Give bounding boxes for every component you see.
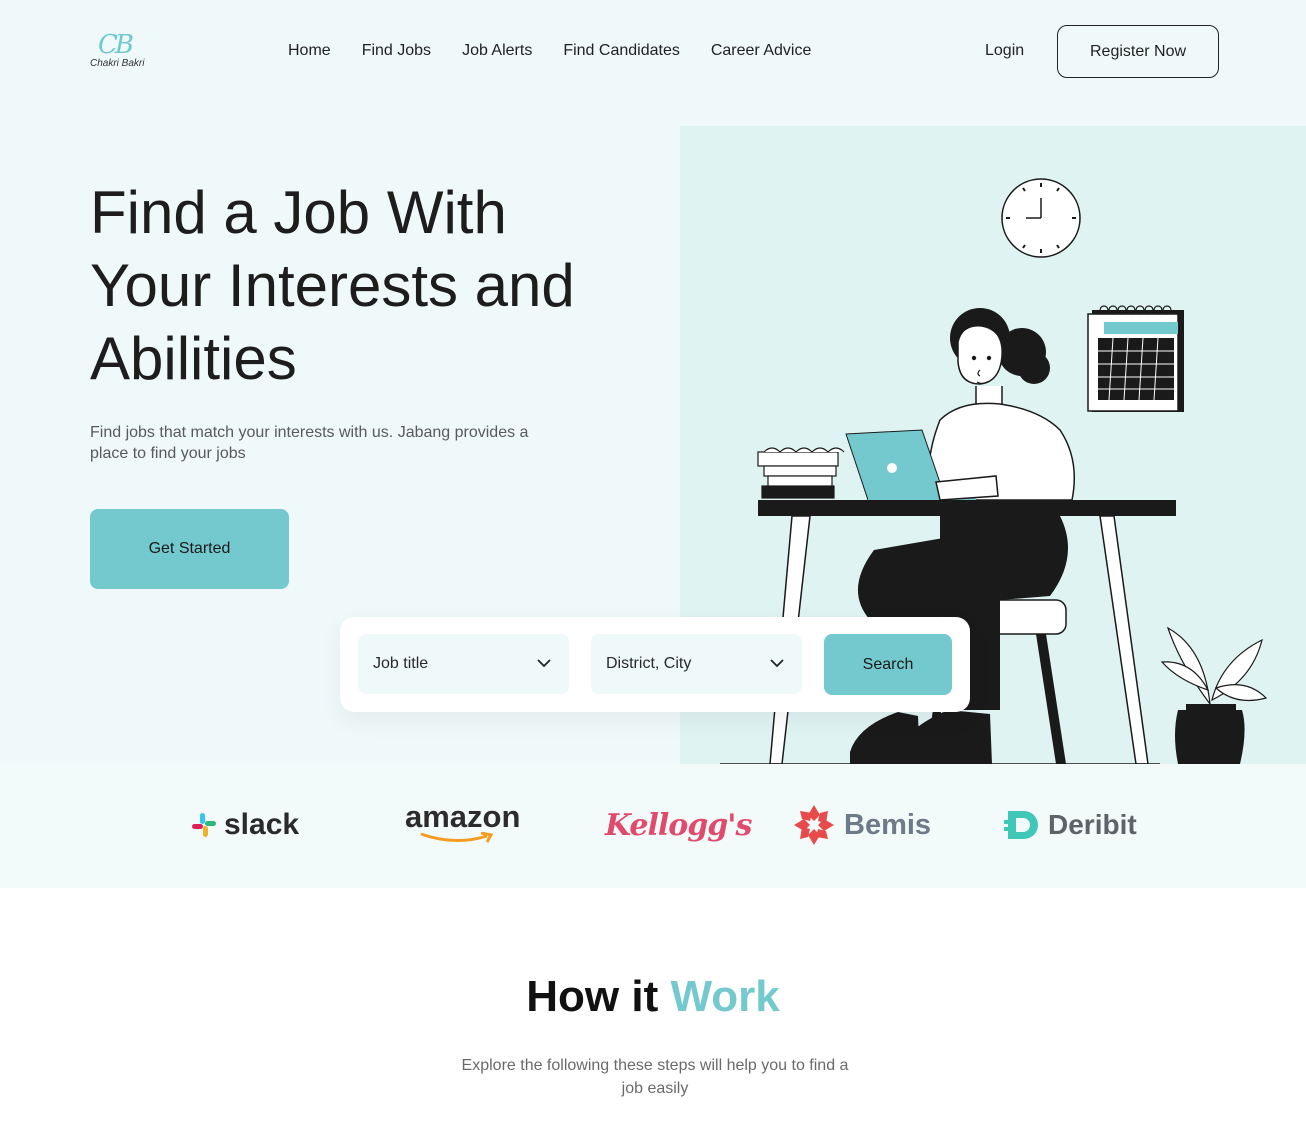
how-title-prefix: How it: [526, 972, 671, 1021]
amazon-smile-icon: [420, 832, 494, 843]
hero-section: CB Chakri Bakri Home Find Jobs Job Alert…: [0, 0, 1306, 764]
partner-logos: slack amazon Kellogg's Bemis Deribit: [0, 764, 1306, 888]
how-title-accent: Work: [670, 972, 780, 1021]
logo-mark: CB: [98, 30, 134, 60]
site-logo[interactable]: CB Chakri Bakri: [90, 30, 150, 72]
deribit-wordmark: Deribit: [1048, 809, 1137, 840]
hero-headline: Find a Job With Your Interests and Abili…: [90, 179, 575, 392]
plant-icon: [1160, 626, 1268, 764]
hero-subtext: Find jobs that match your interests with…: [90, 424, 529, 462]
amazon-logo: amazon: [405, 799, 521, 848]
chevron-down-icon: [770, 659, 784, 668]
bemis-logo: Bemis: [790, 802, 931, 848]
nav-career-advice[interactable]: Career Advice: [711, 40, 812, 62]
chevron-down-icon: [537, 659, 551, 668]
slack-wordmark: slack: [224, 808, 300, 841]
kelloggs-wordmark: Kellogg's: [605, 807, 752, 843]
slack-logo: slack: [190, 802, 299, 848]
amazon-wordmark: amazon: [405, 799, 521, 834]
how-it-works-title: How it Work: [0, 972, 1306, 1022]
get-started-button[interactable]: Get Started: [90, 509, 289, 589]
location-select-value: District, City: [606, 655, 692, 672]
deribit-icon: [1004, 811, 1038, 839]
clock-icon: [1001, 178, 1081, 258]
logo-text: Chakri Bakri: [90, 58, 145, 69]
books-icon: [757, 447, 845, 499]
login-link[interactable]: Login: [985, 40, 1024, 62]
how-it-works-subtitle: Explore the following these steps will h…: [461, 1057, 849, 1097]
nav-find-candidates[interactable]: Find Candidates: [563, 40, 680, 62]
slack-icon: [192, 813, 216, 837]
bemis-wordmark: Bemis: [844, 808, 932, 841]
kelloggs-logo: Kellogg's: [605, 802, 752, 848]
job-title-select-value: Job title: [373, 655, 429, 672]
location-select[interactable]: District, City: [591, 634, 802, 694]
nav-find-jobs[interactable]: Find Jobs: [362, 40, 431, 62]
deribit-logo: Deribit: [1002, 802, 1137, 848]
job-search-bar: Job title District, City Search: [340, 617, 970, 712]
nav-home[interactable]: Home: [288, 40, 331, 62]
calendar-icon: [1087, 305, 1184, 412]
search-button[interactable]: Search: [824, 634, 952, 695]
bemis-icon: [794, 805, 834, 845]
register-button[interactable]: Register Now: [1057, 25, 1219, 78]
nav-job-alerts[interactable]: Job Alerts: [462, 40, 532, 62]
job-title-select[interactable]: Job title: [358, 634, 569, 694]
main-nav: Home Find Jobs Job Alerts Find Candidate…: [288, 40, 842, 62]
